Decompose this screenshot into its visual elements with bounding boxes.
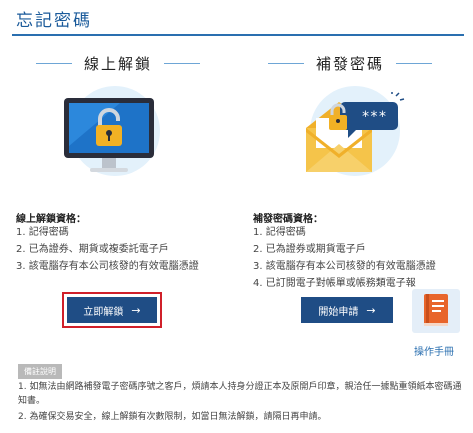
list-item: 2. 為確保交易安全，線上解鎖有次數限制，如當日無法解鎖，請隔日再申請。 xyxy=(18,412,327,422)
section-heading-online-unlock: 線上解鎖 xyxy=(36,52,201,74)
monitor-lock-icon xyxy=(64,98,154,172)
arrow-right-icon: → xyxy=(131,303,141,317)
unlock-now-button[interactable]: 立即解鎖 → xyxy=(67,297,157,323)
page-title: 忘記密碼 xyxy=(16,11,92,31)
online-unlock-requirements: 1. 記得密碼 2. 已為證券、期貨或複委託電子戶 3. 該電腦存有本公司核發的… xyxy=(16,224,199,275)
password-badge-text: *** xyxy=(361,109,386,125)
section-heading-reissue-password: 補發密碼 xyxy=(268,52,433,74)
heading-rule-right xyxy=(396,62,433,64)
list-item: 4. 已訂閱電子對帳單或帳務類電子報 xyxy=(253,278,416,289)
list-item: 2. 已為證券或期貨電子戶 xyxy=(253,244,366,255)
manual-book-icon xyxy=(424,294,448,326)
button-label: 立即解鎖 xyxy=(83,306,124,318)
heading-text: 補發密碼 xyxy=(316,54,385,73)
heading-text: 線上解鎖 xyxy=(84,54,153,73)
title-divider xyxy=(12,34,464,36)
heading-rule-left xyxy=(268,62,304,64)
list-item: 1. 記得密碼 xyxy=(16,227,69,238)
list-item: 3. 該電腦存有本公司核發的有效電腦憑證 xyxy=(16,261,199,272)
start-apply-button[interactable]: 開始申請 → xyxy=(301,297,393,323)
online-unlock-requirements-title: 線上解鎖資格： xyxy=(16,214,86,225)
reissue-requirements-title: 補發密碼資格： xyxy=(253,214,323,225)
manual-book-icon-box[interactable] xyxy=(412,289,460,333)
heading-rule-right xyxy=(164,62,201,64)
list-item: 3. 該電腦存有本公司核發的有效電腦憑證 xyxy=(253,261,436,272)
notes-tag: 備註說明 xyxy=(18,364,62,379)
list-item: 1. 記得密碼 xyxy=(253,227,306,238)
reissue-requirements: 1. 記得密碼 2. 已為證券或期貨電子戶 3. 該電腦存有本公司核發的有效電腦… xyxy=(253,224,436,292)
arrow-right-icon: → xyxy=(366,303,376,317)
notes-list: 1. 如無法由網路補發電子密碼序號之客戶，煩請本人持身分證正本及原開戶印章，親洽… xyxy=(18,380,463,426)
list-item: 2. 已為證券、期貨或複委託電子戶 xyxy=(16,244,169,255)
envelope-password-icon: *** xyxy=(306,92,405,172)
heading-rule-left xyxy=(36,62,72,64)
list-item: 1. 如無法由網路補發電子密碼序號之客戶，煩請本人持身分證正本及原開戶印章，親洽… xyxy=(18,382,462,406)
button-label: 開始申請 xyxy=(318,306,359,318)
manual-link[interactable]: 操作手冊 xyxy=(414,343,454,358)
